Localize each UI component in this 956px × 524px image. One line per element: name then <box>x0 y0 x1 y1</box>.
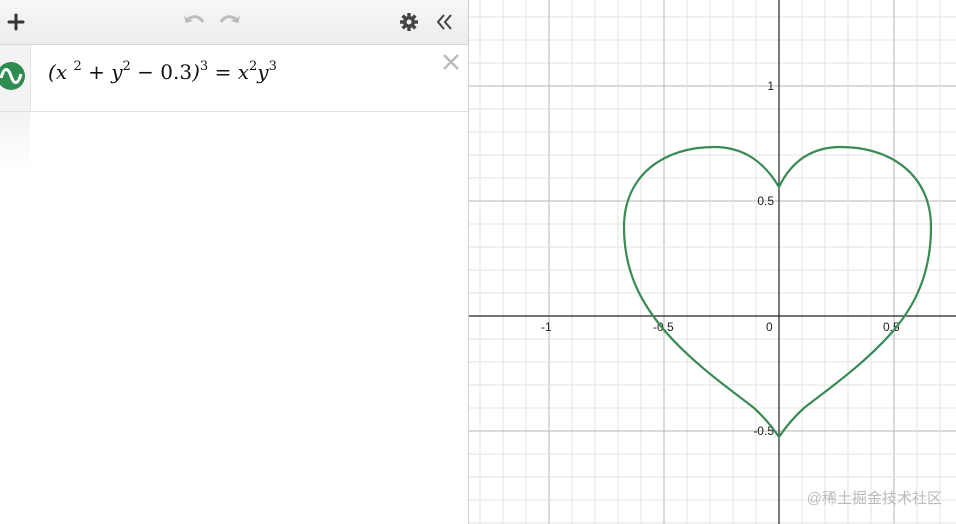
new-expression-gutter[interactable] <box>0 112 30 172</box>
exponent: 3 <box>268 59 277 74</box>
graph-canvas[interactable]: -1 -0.5 0 0.5 1 0.5 -0.5 <box>469 0 956 524</box>
redo-button[interactable] <box>216 8 244 36</box>
constant: 0.3 <box>160 60 193 84</box>
gear-icon <box>400 13 418 31</box>
y-tick-label: 0.5 <box>757 194 774 208</box>
plus-sign: + <box>88 60 105 84</box>
equals-sign: = <box>214 60 232 84</box>
collapse-panel-button[interactable] <box>430 8 458 36</box>
heart-curve[interactable] <box>622 145 933 439</box>
exponent: 2 <box>122 59 131 74</box>
exponent: 2 <box>248 59 258 74</box>
var-y: y <box>111 60 123 84</box>
redo-icon <box>219 15 240 23</box>
add-expression-button[interactable] <box>2 8 30 36</box>
expression-toolbar <box>0 0 468 45</box>
undo-icon <box>184 15 205 23</box>
axes <box>469 0 956 524</box>
settings-button[interactable] <box>395 8 423 36</box>
x-tick-label: -0.5 <box>653 320 674 334</box>
close-icon[interactable] <box>442 53 460 71</box>
var-y: y <box>257 60 269 84</box>
expression-panel: (x 2 + y2 − 0.3)3 = x2y3 <box>0 0 469 524</box>
expression-item[interactable]: (x 2 + y2 − 0.3)3 = x2y3 <box>0 45 468 112</box>
var-x: x <box>237 60 249 84</box>
grid <box>469 0 956 524</box>
wave-icon[interactable] <box>0 61 26 91</box>
minus-sign: − <box>137 60 154 84</box>
close-paren: ) <box>192 60 200 84</box>
undo-button[interactable] <box>180 8 208 36</box>
watermark: @稀土掘金技术社区 <box>806 490 942 507</box>
exponent: 2 <box>73 59 82 74</box>
plus-icon <box>7 13 25 31</box>
expression-gutter <box>0 45 31 111</box>
x-tick-label: -1 <box>541 320 552 334</box>
open-paren: ( <box>48 60 56 84</box>
expression-formula[interactable]: (x 2 + y2 − 0.3)3 = x2y3 <box>48 59 277 84</box>
x-tick-label: 0 <box>766 320 773 334</box>
var-x: x <box>55 60 68 84</box>
exponent: 3 <box>199 59 209 74</box>
double-chevron-left-icon <box>436 14 452 30</box>
y-tick-label: 1 <box>767 79 774 93</box>
